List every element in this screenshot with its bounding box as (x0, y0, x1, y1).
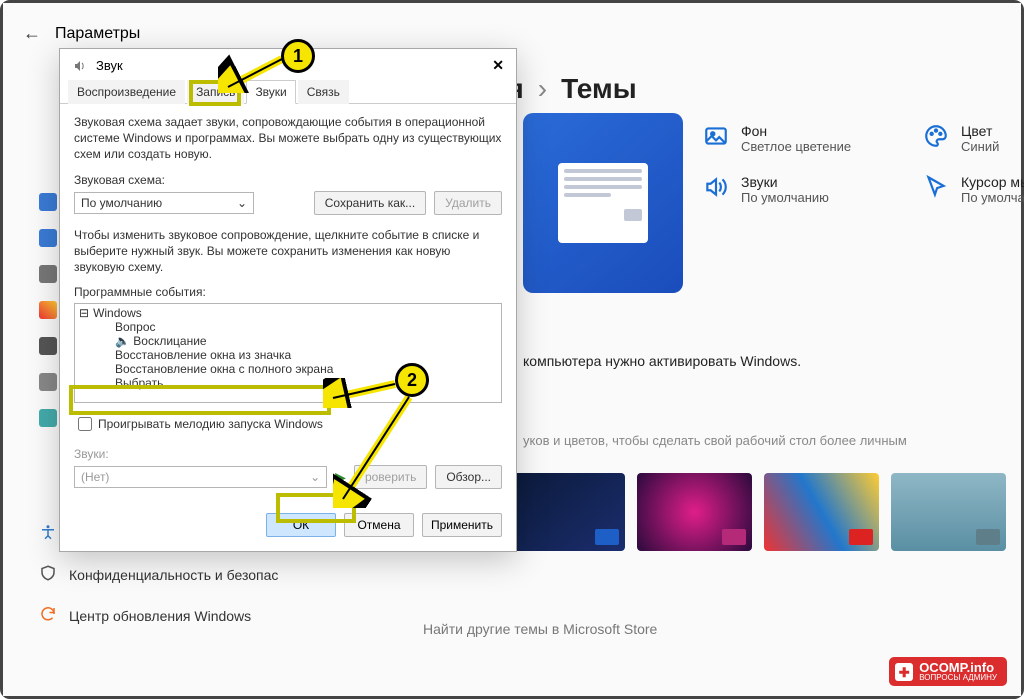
privacy-icon (39, 564, 57, 585)
preview-window-icon (558, 163, 648, 243)
update-icon (39, 605, 57, 626)
speaker-icon (72, 58, 88, 74)
events-label: Программные события: (74, 285, 502, 299)
events-description: Чтобы изменить звуковое сопровождение, щ… (74, 227, 502, 276)
ok-button[interactable]: ОК (266, 513, 336, 537)
image-icon (703, 123, 729, 149)
scheme-label: Звуковая схема: (74, 173, 502, 187)
arrow-2b (333, 393, 423, 508)
theme-property-tiles: Фон Светлое цветение Цвет Синий Звуки По… (703, 123, 1024, 205)
theme-accent-icon (595, 529, 619, 545)
theme-preview (523, 113, 683, 293)
bluetooth-icon[interactable] (39, 229, 57, 247)
accessibility-icon (39, 523, 57, 544)
chevron-down-icon: ⌄ (310, 470, 320, 484)
sidebar-icon-strip (39, 193, 57, 427)
theme-accent-icon (976, 529, 1000, 545)
network-icon[interactable] (39, 265, 57, 283)
theme-thumbnail[interactable] (510, 473, 625, 551)
event-item[interactable]: Восстановление окна с полного экрана (79, 362, 497, 376)
chevron-right-icon: › (538, 73, 547, 105)
sound-value: (Нет) (81, 470, 109, 484)
arrow-1 (218, 53, 288, 93)
sidebar-label: Центр обновления Windows (69, 608, 251, 624)
apply-button[interactable]: Применить (422, 513, 502, 537)
dialog-tabs: ВоспроизведениеЗаписьЗвукиСвязь (60, 80, 516, 104)
event-item[interactable]: Восстановление окна из значка (79, 348, 497, 362)
windows-icon: ⊟ (79, 306, 89, 320)
sounds-label: Звуки: (74, 447, 502, 461)
theme-thumbnail[interactable] (764, 473, 879, 551)
delete-button: Удалить (434, 191, 502, 215)
sound-dialog: Звук ✕ ВоспроизведениеЗаписьЗвукиСвязь З… (59, 48, 517, 552)
theme-accent-icon (722, 529, 746, 545)
personalization-icon[interactable] (39, 301, 57, 319)
dialog-tab[interactable]: Связь (298, 80, 349, 104)
theme-thumbnail[interactable] (637, 473, 752, 551)
close-button[interactable]: ✕ (492, 57, 504, 74)
tile-subtitle: По умолчанию (741, 190, 829, 205)
store-link[interactable]: Найти другие темы в Microsoft Store (423, 621, 657, 637)
theme-tile[interactable]: Звуки По умолчанию (703, 174, 903, 205)
callout-2: 2 (395, 363, 429, 397)
scheme-value: По умолчанию (81, 196, 162, 210)
event-item[interactable]: 🔈 Восклицание (79, 334, 497, 348)
dialog-title: Звук (96, 58, 123, 73)
tile-title: Звуки (741, 174, 829, 190)
watermark: OCOMP.info ВОПРОСЫ АДМИНУ (889, 657, 1007, 686)
dialog-tab[interactable]: Воспроизведение (68, 80, 185, 104)
breadcrumb-current: Темы (561, 73, 637, 105)
tile-subtitle: Синий (961, 139, 999, 154)
tile-subtitle: По умолча (961, 190, 1024, 205)
tile-title: Курсор мь (961, 174, 1024, 190)
theme-thumbnail[interactable] (891, 473, 1006, 551)
time-icon[interactable] (39, 409, 57, 427)
chevron-down-icon: ⌄ (237, 196, 247, 210)
tile-title: Фон (741, 123, 851, 139)
theme-tile[interactable]: Цвет Синий (923, 123, 1024, 154)
back-arrow-icon[interactable]: ← (23, 23, 41, 44)
startup-sound-label: Проигрывать мелодию запуска Windows (98, 417, 323, 431)
settings-background: ← Параметры ция › Темы Фон Светлое цвете… (3, 3, 1021, 696)
cursor-icon (923, 174, 949, 200)
sidebar-item[interactable]: Центр обновления Windows (39, 605, 278, 626)
apps-icon[interactable] (39, 337, 57, 355)
tile-subtitle: Светлое цветение (741, 139, 851, 154)
scheme-description: Звуковая схема задает звуки, сопровождаю… (74, 114, 502, 163)
app-title: Параметры (55, 25, 140, 43)
palette-icon (923, 123, 949, 149)
scheme-combobox[interactable]: По умолчанию ⌄ (74, 192, 254, 214)
dialog-body: Звуковая схема задает звуки, сопровождаю… (60, 104, 516, 503)
sidebar-label: Конфиденциальность и безопас (69, 567, 278, 583)
accounts-icon[interactable] (39, 373, 57, 391)
tile-title: Цвет (961, 123, 999, 139)
system-icon[interactable] (39, 193, 57, 211)
theme-accent-icon (849, 529, 873, 545)
startup-sound-row[interactable]: Проигрывать мелодию запуска Windows (74, 411, 502, 437)
themes-hint-text: уков и цветов, чтобы сделать свой рабочи… (523, 433, 907, 448)
watermark-sub: ВОПРОСЫ АДМИНУ (919, 674, 997, 682)
tree-root[interactable]: ⊟ Windows (79, 306, 497, 320)
browse-button[interactable]: Обзор... (435, 465, 502, 489)
save-as-button[interactable]: Сохранить как... (314, 191, 426, 215)
sound-combobox: (Нет) ⌄ (74, 466, 327, 488)
startup-sound-checkbox[interactable] (78, 417, 92, 431)
event-item[interactable]: Вопрос (79, 320, 497, 334)
theme-tile[interactable]: Курсор мь По умолча (923, 174, 1024, 205)
header-bar: ← Параметры (23, 23, 140, 44)
cancel-button[interactable]: Отмена (344, 513, 414, 537)
callout-1: 1 (281, 39, 315, 73)
theme-tile[interactable]: Фон Светлое цветение (703, 123, 903, 154)
sound-icon (703, 174, 729, 200)
sidebar-item[interactable]: Конфиденциальность и безопас (39, 564, 278, 585)
dialog-footer: ОК Отмена Применить (60, 503, 516, 551)
activation-warning: компьютера нужно активировать Windows. (523, 353, 801, 369)
event-item[interactable]: Выбрать (79, 376, 497, 390)
events-listbox[interactable]: ⊟ Windows Вопрос🔈 Восклицание Восстановл… (74, 303, 502, 403)
